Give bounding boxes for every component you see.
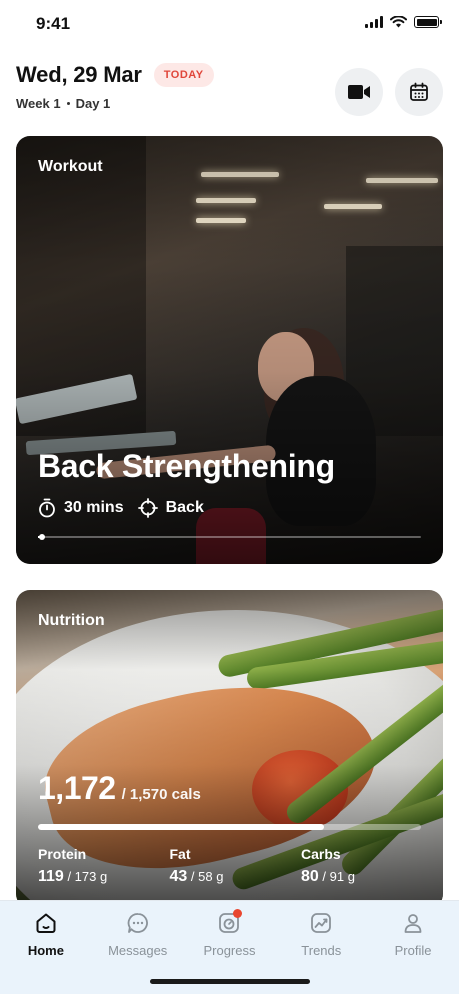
workout-meta: 30 mins Back [38, 498, 204, 518]
messages-icon [127, 913, 148, 933]
trends-icon [311, 913, 332, 933]
tab-bar: Home Messages Progress Trends Profile [0, 900, 459, 994]
macro-name: Protein [38, 846, 87, 862]
wifi-icon [390, 16, 407, 28]
tab-trends[interactable]: Trends [278, 909, 364, 958]
nutrition-label: Nutrition [38, 612, 105, 629]
macro-target: / 91 g [322, 869, 355, 884]
tab-messages[interactable]: Messages [95, 909, 181, 958]
workout-card[interactable]: Workout Back Strengthening 30 mins Back [16, 136, 443, 564]
cellular-signal-icon [365, 16, 383, 28]
profile-icon [404, 914, 422, 933]
tab-label: Trends [301, 943, 342, 958]
macro-protein: Protein 119 / 173 g [38, 846, 158, 886]
today-badge: TODAY [153, 63, 214, 87]
header: Wed, 29 Mar TODAY Week 1 Day 1 [16, 62, 443, 122]
calendar-button[interactable] [395, 68, 443, 116]
status-time: 9:41 [36, 14, 71, 33]
tab-progress[interactable]: Progress [186, 909, 272, 958]
status-icons [365, 16, 442, 28]
workout-title: Back Strengthening [38, 448, 335, 484]
week-label: Week 1 [16, 96, 61, 111]
macro-carbs: Carbs 80 / 91 g [301, 846, 421, 886]
calories-target: / 1,570 cals [121, 786, 201, 803]
calendar-icon [410, 82, 428, 101]
tab-label: Profile [394, 943, 432, 958]
workout-progress-bar [38, 534, 421, 540]
home-icon [36, 913, 56, 933]
target-icon [137, 498, 158, 518]
workout-label: Workout [38, 158, 103, 175]
home-indicator [150, 979, 310, 984]
battery-icon [414, 16, 442, 28]
macro-fat: Fat 43 / 58 g [170, 846, 290, 886]
tab-home[interactable]: Home [3, 909, 89, 958]
tab-profile[interactable]: Profile [370, 909, 456, 958]
macro-name: Carbs [301, 846, 341, 862]
macro-target: / 173 g [67, 869, 108, 884]
tab-label: Home [27, 943, 64, 958]
workout-focus: Back [165, 499, 204, 516]
tab-label: Messages [108, 943, 168, 958]
status-bar: 9:41 [0, 0, 459, 50]
tab-label: Progress [203, 943, 256, 958]
calorie-progress-bar [38, 824, 421, 830]
separator-dot [66, 102, 70, 105]
nutrition-card[interactable]: Nutrition 1,172 / 1,570 cals Protein 119… [16, 590, 443, 908]
macro-name: Fat [169, 846, 191, 862]
page-title: Wed, 29 Mar [16, 62, 142, 87]
day-label: Day 1 [75, 96, 111, 111]
macro-target: / 58 g [190, 869, 224, 884]
calories-consumed: 1,172 [38, 770, 116, 806]
progress-knob [38, 534, 45, 540]
macro-list: Protein 119 / 173 g Fat 43 / 58 g Carbs … [38, 846, 421, 886]
macro-value: 80 [301, 868, 319, 885]
video-call-button[interactable] [335, 68, 383, 116]
workout-duration: 30 mins [64, 499, 124, 516]
macro-value: 119 [38, 868, 64, 885]
video-camera-icon [348, 85, 370, 99]
stopwatch-icon [39, 498, 55, 518]
calorie-summary: 1,172 / 1,570 cals [38, 770, 201, 807]
macro-value: 43 [169, 868, 188, 885]
